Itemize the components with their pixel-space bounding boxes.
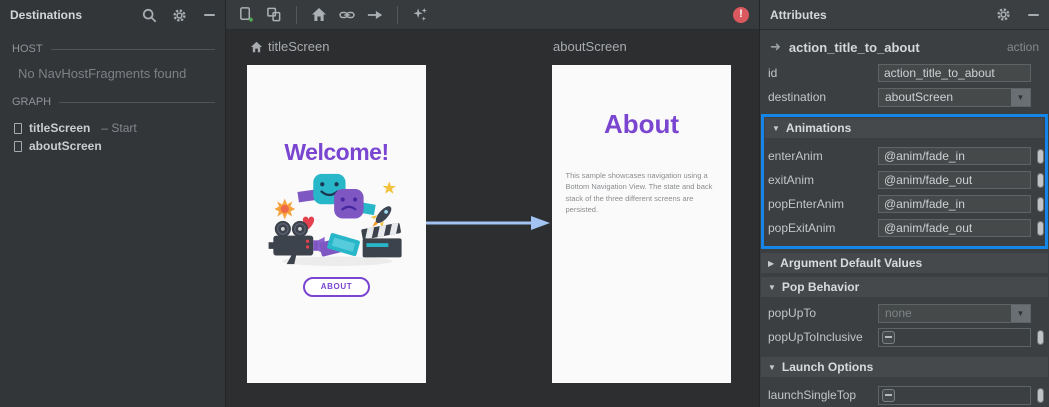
aboutscreen-preview[interactable]: About This sample showcases navigation u…	[552, 65, 731, 383]
enteranim-row: enterAnim @anim/fade_in	[764, 144, 1045, 168]
animations-section-header[interactable]: ▼ Animations	[765, 118, 1044, 138]
welcome-heading: Welcome!	[284, 139, 389, 165]
id-label: id	[768, 66, 778, 80]
attributes-panel-header: Attributes	[760, 0, 1049, 30]
host-section-label: HOST	[0, 42, 225, 56]
popuptoinclusive-checkbox[interactable]	[882, 330, 895, 344]
launchsingletop-field	[878, 385, 1031, 405]
destinations-panel: Destinations HOST No NavHostFragments fo…	[0, 0, 226, 407]
pop-behavior-section-header[interactable]: ▼ Pop Behavior	[761, 277, 1048, 297]
start-home-icon	[250, 41, 263, 52]
action-transition-arrow[interactable]	[424, 214, 552, 232]
host-empty-message: No NavHostFragments found	[18, 66, 187, 81]
argument-defaults-section-header[interactable]: ▶ Argument Default Values	[761, 253, 1048, 273]
hide-panel-icon[interactable]	[201, 7, 217, 23]
deep-link-icon[interactable]	[339, 7, 355, 23]
popenteranim-row: popEnterAnim @anim/fade_in	[764, 192, 1045, 216]
popuptoinclusive-field	[878, 327, 1031, 347]
destinations-panel-title: Destinations	[10, 8, 83, 22]
new-destination-icon[interactable]	[238, 7, 254, 23]
id-input[interactable]: action_title_to_about	[878, 64, 1031, 82]
resource-picker-icon[interactable]	[1037, 329, 1044, 345]
resource-picker-icon[interactable]	[1037, 172, 1044, 188]
popupto-dropdown[interactable]: none ▼	[878, 303, 1031, 323]
titlescreen-preview[interactable]: Welcome! ABOUT	[247, 65, 426, 383]
nested-graph-icon[interactable]	[266, 7, 282, 23]
sidebar-item-aboutscreen[interactable]: aboutScreen	[0, 137, 225, 155]
resource-picker-icon[interactable]	[1037, 220, 1044, 236]
titlescreen-label[interactable]: titleScreen	[250, 39, 329, 54]
toolbar-separator	[397, 5, 398, 24]
popexitanim-input[interactable]: @anim/fade_out	[878, 219, 1031, 237]
nav-graph-canvas[interactable]: ! titleScreen Welcome! ABOUT aboutScreen…	[226, 0, 759, 407]
canvas-toolbar: !	[226, 0, 759, 30]
attributes-body: ➜ action_title_to_about action id action…	[760, 30, 1049, 407]
gear-icon[interactable]	[995, 7, 1011, 23]
action-arrow-icon: ➜	[770, 39, 781, 54]
exitanim-row: exitAnim @anim/fade_out	[764, 168, 1045, 192]
aboutscreen-label[interactable]: aboutScreen	[553, 39, 627, 54]
collapse-triangle-icon: ▼	[772, 123, 780, 133]
chevron-down-icon: ▼	[1011, 88, 1030, 106]
auto-arrange-icon[interactable]	[412, 7, 428, 23]
collapse-triangle-icon: ▼	[768, 282, 776, 292]
search-icon[interactable]	[141, 7, 157, 23]
launchsingletop-checkbox[interactable]	[882, 388, 895, 402]
about-button: ABOUT	[302, 277, 371, 297]
fragment-icon	[14, 122, 22, 134]
id-row: id action_title_to_about	[760, 61, 1049, 85]
hide-panel-icon[interactable]	[1025, 7, 1041, 23]
popuptoinclusive-row: popUpToInclusive	[760, 325, 1049, 349]
enteranim-input[interactable]: @anim/fade_in	[878, 147, 1031, 165]
resource-picker-icon[interactable]	[1037, 196, 1044, 212]
start-destination-suffix: – Start	[101, 121, 137, 135]
collapse-triangle-icon: ▼	[768, 362, 776, 372]
fragment-icon	[14, 140, 22, 152]
about-body-text: This sample showcases navigation using a…	[565, 171, 713, 214]
error-badge-icon[interactable]: !	[733, 6, 749, 23]
chevron-down-icon: ▼	[1011, 304, 1030, 322]
movie-illustration	[268, 173, 402, 266]
graph-section-label: GRAPH	[0, 95, 225, 109]
destinations-panel-header: Destinations	[0, 0, 225, 30]
popupto-row: popUpTo none ▼	[760, 301, 1049, 325]
attributes-panel-title: Attributes	[770, 7, 827, 22]
destination-row: destination aboutScreen ▼	[760, 85, 1049, 109]
action-header-row: ➜ action_title_to_about action	[760, 30, 1049, 61]
about-heading: About	[603, 109, 680, 139]
exitanim-input[interactable]: @anim/fade_out	[878, 171, 1031, 189]
gear-icon[interactable]	[171, 7, 187, 23]
navigation-editor: Destinations HOST No NavHostFragments fo…	[0, 0, 1049, 407]
action-name: action_title_to_about	[788, 39, 920, 55]
popenteranim-input[interactable]: @anim/fade_in	[878, 195, 1031, 213]
toolbar-separator	[296, 5, 297, 24]
destination-label: destination	[768, 90, 827, 104]
animations-highlight-box: ▼ Animations enterAnim @anim/fade_in exi…	[761, 114, 1048, 249]
launch-options-section-header[interactable]: ▼ Launch Options	[761, 357, 1048, 377]
graph-destination-list: titleScreen – Start aboutScreen	[0, 119, 225, 155]
action-arrow-icon[interactable]	[367, 7, 383, 23]
attributes-panel: Attributes ➜ action_title_to_about actio…	[759, 0, 1049, 407]
destination-dropdown[interactable]: aboutScreen ▼	[878, 87, 1031, 107]
collapse-triangle-icon: ▶	[768, 258, 775, 268]
assign-start-home-icon[interactable]	[311, 7, 327, 23]
popexitanim-row: popExitAnim @anim/fade_out	[764, 216, 1045, 240]
resource-picker-icon[interactable]	[1037, 148, 1044, 164]
action-type: action	[1006, 40, 1039, 54]
resource-picker-icon[interactable]	[1037, 387, 1044, 403]
sidebar-item-titlescreen[interactable]: titleScreen – Start	[0, 119, 225, 137]
launchsingletop-row: launchSingleTop	[760, 383, 1049, 407]
